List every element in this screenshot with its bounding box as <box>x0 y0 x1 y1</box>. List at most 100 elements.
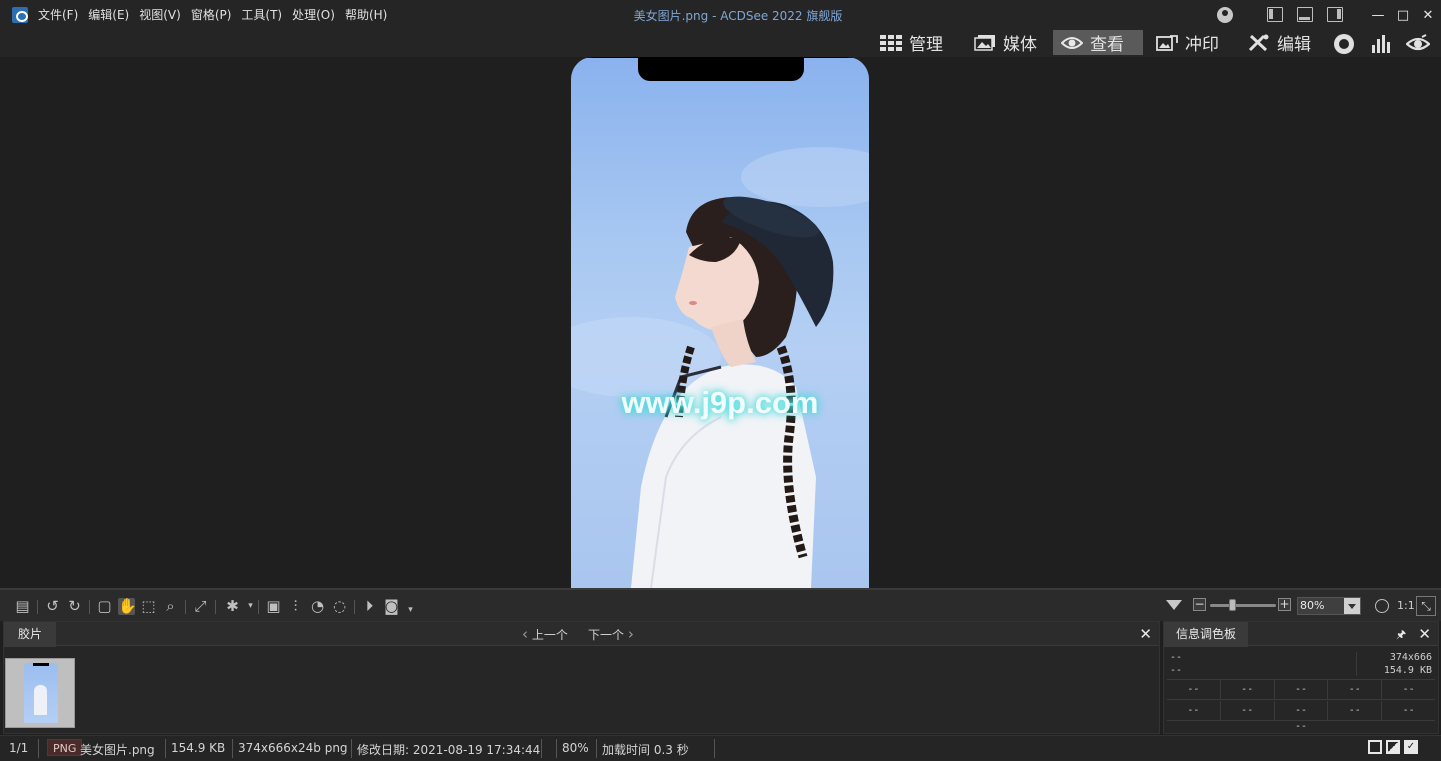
info-bottom-value: -- <box>1294 721 1308 732</box>
info-cell: -- <box>1275 680 1329 699</box>
info-left-1: -- <box>1170 652 1183 663</box>
screen-capture-icon[interactable]: ◙ <box>383 598 400 615</box>
develop-icon <box>1156 34 1178 51</box>
compare-icon[interactable]: ▣ <box>265 598 282 615</box>
minimize-button[interactable]: — <box>1368 5 1388 25</box>
batch-icon[interactable]: ▤ <box>14 598 31 615</box>
previous-button[interactable]: ‹ 上一个 <box>522 625 568 643</box>
preview-eye-icon[interactable] <box>1406 33 1430 55</box>
status-dimensions: 374x666x24b png <box>238 741 348 755</box>
fullscreen-icon[interactable]: ⤡ <box>1416 596 1436 616</box>
adjust-sliders-icon[interactable]: ⫶ <box>287 598 304 615</box>
mode-edit-button[interactable]: 编辑 <box>1240 30 1319 55</box>
chevron-down-icon[interactable] <box>1344 598 1360 614</box>
menu-tools[interactable]: 工具(T) <box>239 6 290 23</box>
zoom-options-triangle-icon[interactable] <box>1166 600 1182 610</box>
info-exif-row-1: -- -- -- -- -- <box>1167 680 1435 700</box>
eye-icon <box>1061 36 1083 49</box>
auto-adjust-dropdown-icon[interactable]: ▾ <box>242 598 259 615</box>
zoom-in-button[interactable]: + <box>1278 598 1291 611</box>
info-cell: -- <box>1167 701 1221 720</box>
title-bar: 文件(F) 编辑(E) 视图(V) 窗格(P) 工具(T) 处理(O) 帮助(H… <box>0 0 1441 29</box>
histogram-icon[interactable] <box>1370 33 1394 55</box>
menu-view[interactable]: 视图(V) <box>137 6 189 23</box>
viewer-toolbar: ▤ ↺ ↻ ▢ ✋ ⬚ ⌕ ⤢ ✱ ▾ ▣ ⫶ ◔ ◌ ⏵ ◙ ▾ − + 80… <box>0 588 1441 621</box>
status-zoom: 80% <box>562 741 589 755</box>
mode-edit-label: 编辑 <box>1277 35 1311 55</box>
rotate-left-icon[interactable]: ↺ <box>44 598 61 615</box>
menu-process[interactable]: 处理(O) <box>290 6 343 23</box>
mode-media-button[interactable]: 媒体 <box>966 30 1045 55</box>
zoom-tool-icon[interactable]: ⌕ <box>162 598 179 615</box>
mode-develop-button[interactable]: 冲印 <box>1148 30 1227 55</box>
status-filename: 美女图片.png <box>80 743 155 757</box>
menu-help[interactable]: 帮助(H) <box>343 6 395 23</box>
portrait-girl-figure <box>571 147 869 588</box>
mode-manage-button[interactable]: 管理 <box>872 30 951 55</box>
more-dropdown-icon[interactable]: ▾ <box>402 602 419 619</box>
displayed-photo[interactable]: www.j9p.com <box>571 57 869 588</box>
zoom-level-select[interactable]: 80% <box>1297 597 1361 615</box>
info-palette-header: 信息调色板 🖈 ✕ <box>1164 622 1438 647</box>
photos-icon <box>974 34 995 51</box>
image-viewer[interactable]: www.j9p.com <box>0 57 1441 588</box>
layout-right-panel-icon[interactable] <box>1327 7 1343 22</box>
menu-pane[interactable]: 窗格(P) <box>189 6 240 23</box>
info-palette-close-icon[interactable]: ✕ <box>1418 625 1431 643</box>
hand-tool-icon[interactable]: ✋ <box>118 598 137 615</box>
zoom-out-button[interactable]: − <box>1193 598 1206 611</box>
info-filesize: 154.9 KB <box>1383 665 1432 676</box>
maximize-button[interactable]: □ <box>1393 5 1413 25</box>
chevron-left-icon: ‹ <box>522 625 528 643</box>
slideshow-icon[interactable]: ⏵ <box>361 598 378 615</box>
dashboard-icon[interactable] <box>1333 33 1357 55</box>
view-mode-square-icon[interactable] <box>1368 740 1382 754</box>
next-label: 下一个 <box>588 628 625 642</box>
menu-edit[interactable]: 编辑(E) <box>86 6 137 23</box>
phone-notch <box>638 57 804 81</box>
crop-icon[interactable]: ▢ <box>96 598 113 615</box>
grid-icon <box>880 34 902 52</box>
view-mode-check-icon[interactable]: ✓ <box>1404 740 1418 754</box>
zoom-fit-icon[interactable] <box>1375 599 1389 613</box>
chevron-right-icon: › <box>627 625 634 643</box>
thumbnail-image <box>24 663 58 723</box>
actual-size-button[interactable]: 1:1 <box>1397 599 1415 612</box>
info-exif-row-2: -- -- -- -- -- <box>1167 701 1435 721</box>
mode-view-button[interactable]: 查看 <box>1053 30 1143 55</box>
pin-icon[interactable]: 🖈 <box>1396 626 1406 645</box>
status-modified-date: 修改日期: 2021-08-19 17:34:44 <box>357 743 541 757</box>
red-eye-icon[interactable]: ◌ <box>331 598 348 615</box>
auto-adjust-icon[interactable]: ✱ <box>224 598 241 615</box>
selection-icon[interactable]: ⬚ <box>140 598 157 615</box>
info-cell: -- <box>1328 680 1383 699</box>
mode-view-label: 查看 <box>1090 35 1124 55</box>
watermark-text: www.j9p.com <box>621 385 819 420</box>
tab-filmstrip[interactable]: 胶片 <box>4 622 56 647</box>
layout-bottom-panel-icon[interactable] <box>1297 7 1313 22</box>
layout-left-panel-icon[interactable] <box>1267 7 1283 22</box>
edit-tools-icon <box>1248 34 1269 51</box>
info-left-2: -- <box>1170 665 1183 676</box>
color-wheel-icon[interactable]: ◔ <box>309 598 326 615</box>
info-cell: -- <box>1402 684 1415 695</box>
close-button[interactable]: ✕ <box>1418 5 1438 25</box>
fit-screen-icon[interactable]: ⤢ <box>192 598 209 615</box>
next-button[interactable]: 下一个 › <box>588 625 634 643</box>
tab-info-palette[interactable]: 信息调色板 <box>1164 622 1248 647</box>
mode-manage-label: 管理 <box>909 35 943 55</box>
info-cell: -- <box>1328 701 1383 720</box>
menu-file[interactable]: 文件(F) <box>36 6 86 23</box>
filmstrip-panel: 胶片 ‹ 上一个 下一个 › ✕ <box>3 621 1160 734</box>
zoom-slider[interactable] <box>1210 599 1276 611</box>
filmstrip-close-icon[interactable]: ✕ <box>1139 625 1152 643</box>
view-mode-split-icon[interactable] <box>1386 740 1400 754</box>
info-palette-panel: 信息调色板 🖈 ✕ -- -- 374x666 154.9 KB -- -- -… <box>1163 621 1439 734</box>
acdsee-app-icon[interactable] <box>12 7 28 23</box>
user-account-icon[interactable] <box>1215 5 1235 25</box>
rotate-right-icon[interactable]: ↻ <box>66 598 83 615</box>
status-filesize: 154.9 KB <box>171 741 226 755</box>
zoom-slider-thumb[interactable] <box>1229 599 1236 611</box>
thumbnail-item[interactable] <box>5 658 75 728</box>
info-cell: -- <box>1275 701 1329 720</box>
